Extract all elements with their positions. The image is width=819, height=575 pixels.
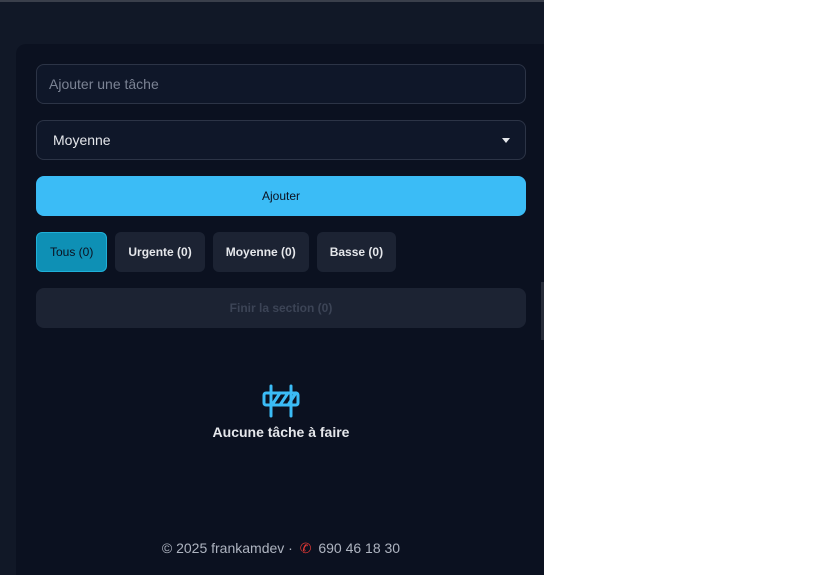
filter-medium-button[interactable]: Moyenne (0) xyxy=(212,232,309,272)
filter-low-button[interactable]: Basse (0) xyxy=(316,232,397,272)
filter-urgent-button[interactable]: Urgente (0) xyxy=(115,232,205,272)
add-task-button[interactable]: Ajouter xyxy=(36,176,526,216)
scroll-edge xyxy=(541,282,544,340)
empty-message: Aucune tâche à faire xyxy=(212,424,350,440)
barrier-icon xyxy=(262,384,300,418)
footer-phone: 690 46 18 30 xyxy=(318,540,401,556)
priority-select[interactable]: Moyenne xyxy=(36,120,526,160)
footer: © 2025 frankamdev · ✆ 690 46 18 30 xyxy=(16,540,544,557)
app-viewport: Moyenne Ajouter Tous (0) Urgente (0) Moy… xyxy=(0,0,544,575)
filter-bar: Tous (0) Urgente (0) Moyenne (0) Basse (… xyxy=(36,232,397,272)
footer-copyright: © 2025 frankamdev · xyxy=(161,540,293,556)
todo-card: Moyenne Ajouter Tous (0) Urgente (0) Moy… xyxy=(16,44,544,575)
empty-state: Aucune tâche à faire xyxy=(16,384,544,440)
chevron-down-icon xyxy=(502,137,510,143)
filter-all-button[interactable]: Tous (0) xyxy=(36,232,108,272)
finish-section-button[interactable]: Finir la section (0) xyxy=(36,288,526,328)
task-input[interactable] xyxy=(36,64,526,104)
priority-select-value: Moyenne xyxy=(53,132,111,148)
phone-icon: ✆ xyxy=(299,540,312,556)
